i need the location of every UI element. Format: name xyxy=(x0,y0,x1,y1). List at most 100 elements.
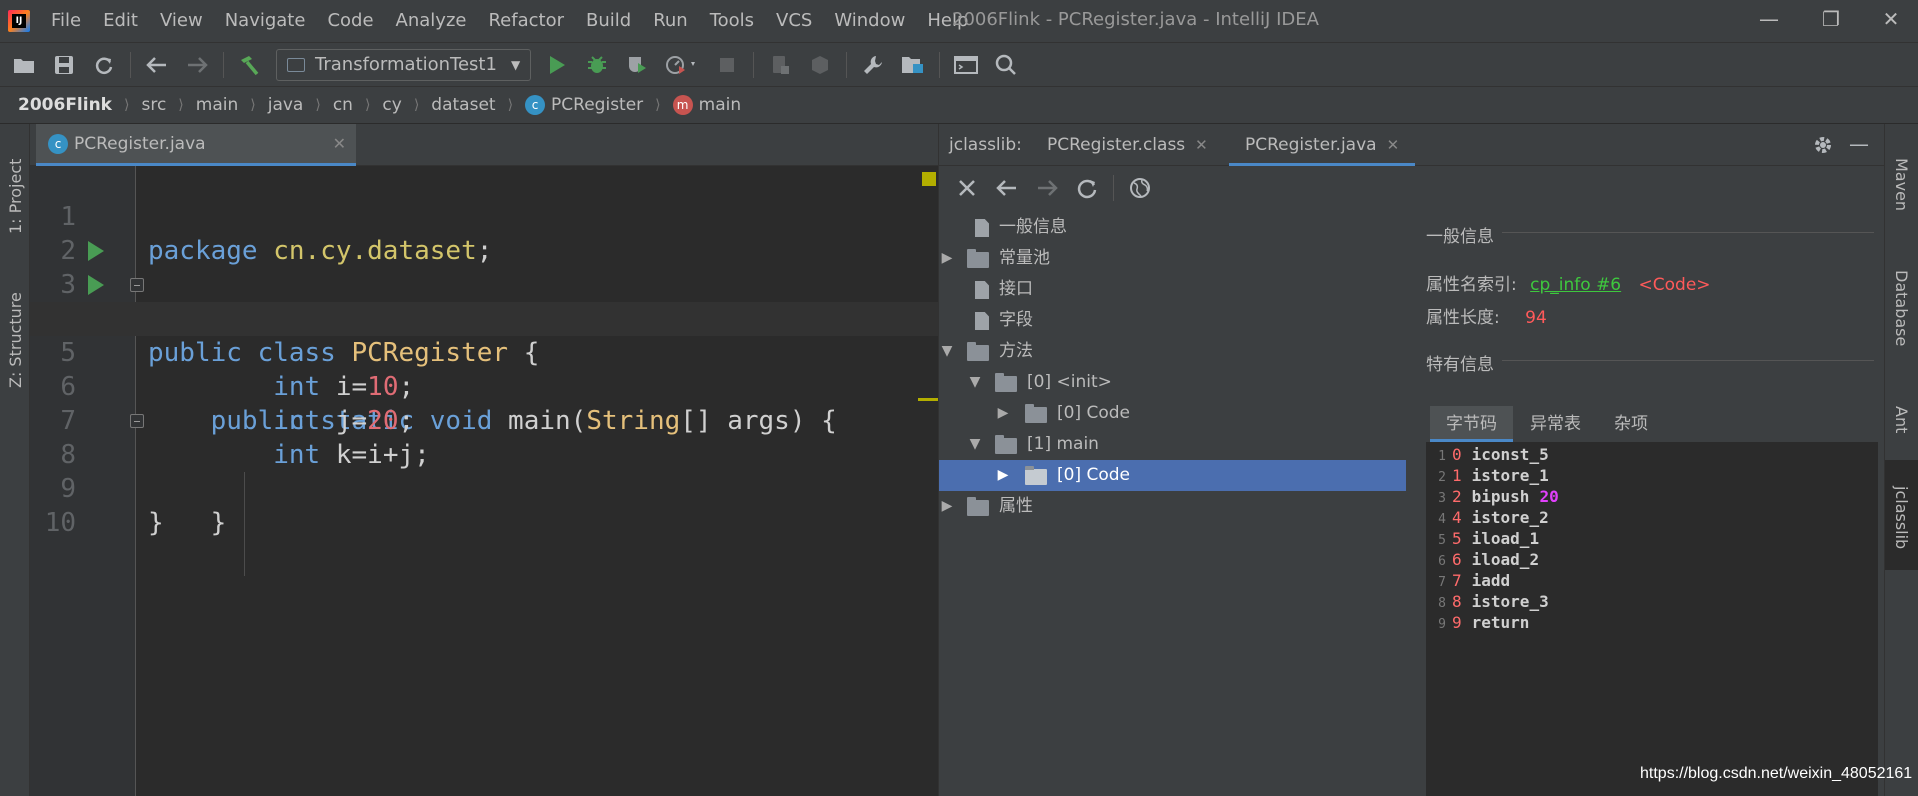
save-icon[interactable] xyxy=(44,45,84,85)
menu-code[interactable]: Code xyxy=(316,0,384,42)
menu-build[interactable]: Build xyxy=(575,0,642,42)
open-folder-icon[interactable] xyxy=(4,45,44,85)
menu-refactor[interactable]: Refactor xyxy=(477,0,575,42)
profile-icon[interactable] xyxy=(657,45,707,85)
menu-vcs[interactable]: VCS xyxy=(765,0,823,42)
collapse-arrow-icon[interactable]: ▼ xyxy=(967,367,983,398)
attr-length-value: 94 xyxy=(1525,308,1547,328)
minimize-icon[interactable]: — xyxy=(1744,0,1794,40)
sync-icon[interactable] xyxy=(84,45,124,85)
tab-exception-table[interactable]: 异常表 xyxy=(1514,406,1597,442)
menu-tools[interactable]: Tools xyxy=(699,0,765,42)
tree-item-methods[interactable]: ▼ 方法 xyxy=(939,336,1407,367)
breadcrumb-method[interactable]: main xyxy=(699,95,741,115)
breadcrumb-java[interactable]: java xyxy=(268,95,304,115)
tab-misc[interactable]: 杂项 xyxy=(1598,406,1664,442)
breadcrumb-separator: ⟩ xyxy=(364,97,371,113)
menu-file[interactable]: File xyxy=(40,0,92,42)
gear-icon[interactable] xyxy=(1811,133,1835,162)
run-gutter-icon[interactable] xyxy=(88,241,104,261)
stop-icon[interactable] xyxy=(707,45,747,85)
tree-item-interfaces[interactable]: 接口 xyxy=(939,274,1407,305)
breadcrumb-cy[interactable]: cy xyxy=(382,95,401,115)
forward-icon[interactable] xyxy=(1027,168,1067,208)
tool-tab-project[interactable]: 1: Project xyxy=(0,134,30,244)
tree-item-attributes[interactable]: ▶ 属性 xyxy=(939,491,1407,522)
tree-item-general-info[interactable]: 一般信息 xyxy=(939,212,1407,243)
java-class-icon: c xyxy=(48,133,68,154)
expand-arrow-icon[interactable]: ▶ xyxy=(995,398,1011,429)
back-icon[interactable] xyxy=(137,45,177,85)
tool-tab-maven[interactable]: Maven xyxy=(1885,132,1918,224)
folder-icon xyxy=(1025,404,1047,423)
breadcrumb-class[interactable]: PCRegister xyxy=(551,95,643,115)
tree-item-init[interactable]: ▼ [0] <init> xyxy=(939,367,1407,398)
attach-debugger-icon[interactable] xyxy=(760,45,800,85)
menu-window[interactable]: Window xyxy=(823,0,916,42)
search-icon[interactable] xyxy=(986,45,1026,85)
menu-run[interactable]: Run xyxy=(642,0,699,42)
browser-globe-icon[interactable] xyxy=(1120,168,1160,208)
expand-arrow-icon[interactable]: ▶ xyxy=(939,243,955,274)
menu-analyze[interactable]: Analyze xyxy=(385,0,478,42)
breadcrumb-main[interactable]: main xyxy=(196,95,238,115)
close-tab-icon[interactable]: ✕ xyxy=(1195,136,1208,154)
settings-wrench-icon[interactable] xyxy=(853,45,893,85)
tab-pcregister-java[interactable]: PCRegister.java ✕ xyxy=(1229,124,1416,166)
attr-name-index-label: 属性名索引: xyxy=(1426,275,1517,295)
back-icon[interactable] xyxy=(987,168,1027,208)
tree-item-main[interactable]: ▼ [1] main xyxy=(939,429,1407,460)
tree-item-constant-pool[interactable]: ▶ 常量池 xyxy=(939,243,1407,274)
refresh-icon[interactable] xyxy=(1067,168,1107,208)
menu-navigate[interactable]: Navigate xyxy=(214,0,317,42)
close-window-icon[interactable]: ✕ xyxy=(1866,0,1916,40)
warning-stripe-marker[interactable] xyxy=(918,398,938,401)
build-hammer-icon[interactable] xyxy=(230,45,270,85)
editor-tab-pcregister[interactable]: c PCRegister.java ✕ xyxy=(36,124,356,166)
project-structure-icon[interactable] xyxy=(893,45,933,85)
expand-arrow-icon[interactable]: ▶ xyxy=(995,460,1011,491)
menu-view[interactable]: View xyxy=(149,0,214,42)
expand-arrow-icon[interactable]: ▶ xyxy=(939,491,955,522)
close-icon[interactable] xyxy=(947,168,987,208)
breadcrumb-dataset[interactable]: dataset xyxy=(431,95,495,115)
restore-icon[interactable]: ❐ xyxy=(1806,0,1856,40)
fold-icon[interactable] xyxy=(130,414,144,428)
build-artifacts-icon[interactable] xyxy=(800,45,840,85)
breadcrumb-project[interactable]: 2006Flink xyxy=(18,95,112,115)
tree-item-main-code-selected[interactable]: ▶ [0] Code xyxy=(939,460,1409,491)
close-tab-icon[interactable]: ✕ xyxy=(333,134,346,153)
tool-tab-structure[interactable]: Z: Structure xyxy=(0,264,30,394)
maven-tab-label: Maven xyxy=(1892,158,1911,212)
breadcrumb-src[interactable]: src xyxy=(141,95,166,115)
tree-item-init-code[interactable]: ▶ [0] Code xyxy=(939,398,1407,429)
collapse-arrow-icon[interactable]: ▼ xyxy=(967,429,983,460)
terminal-icon[interactable] xyxy=(946,45,986,85)
tab-bytecode[interactable]: 字节码 xyxy=(1430,406,1513,442)
intellij-logo-icon[interactable]: IJ xyxy=(8,10,30,32)
breadcrumb-cn[interactable]: cn xyxy=(333,95,353,115)
bytecode-listing[interactable]: 1 0 iconst_5 2 1 istore_1 3 2 bipush 20 4 4 istor… xyxy=(1426,442,1878,796)
code-editor[interactable]: 1 package cn.cy.dataset; 2 3 public clas… xyxy=(30,166,938,796)
run-gutter-icon[interactable] xyxy=(88,275,104,295)
tool-tab-jclasslib[interactable]: jclasslib xyxy=(1885,460,1918,570)
run-icon[interactable] xyxy=(537,45,577,85)
tool-tab-ant[interactable]: Ant xyxy=(1885,380,1918,456)
fold-icon[interactable] xyxy=(130,278,144,292)
run-configuration-selector[interactable]: TransformationTest1 ▼ xyxy=(276,48,532,81)
tree-item-fields[interactable]: 字段 xyxy=(939,305,1407,336)
code-line: 6 int j=20; xyxy=(30,336,938,436)
minimize-panel-icon[interactable]: — xyxy=(1849,132,1869,156)
tool-tab-database[interactable]: Database xyxy=(1885,244,1918,364)
debug-icon[interactable] xyxy=(577,45,617,85)
coverage-icon[interactable] xyxy=(617,45,657,85)
menu-edit[interactable]: Edit xyxy=(92,0,149,42)
tab-pcregister-class[interactable]: PCRegister.class ✕ xyxy=(1047,124,1208,166)
tree-item-label: 一般信息 xyxy=(999,217,1067,237)
forward-icon[interactable] xyxy=(177,45,217,85)
inspection-status-icon[interactable] xyxy=(922,172,936,186)
cp-info-link[interactable]: cp_info #6 xyxy=(1530,275,1621,295)
collapse-arrow-icon[interactable]: ▼ xyxy=(939,336,955,367)
close-tab-icon[interactable]: ✕ xyxy=(1387,136,1400,154)
jclasslib-label: jclasslib: xyxy=(949,135,1022,155)
